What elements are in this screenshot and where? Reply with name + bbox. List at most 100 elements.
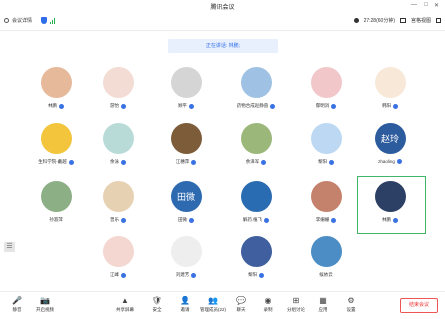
signal-icon[interactable]	[50, 17, 56, 24]
breakout-label: 分组讨论	[287, 307, 305, 312]
member-badge-icon	[189, 103, 194, 109]
participant-tile[interactable]: 游怡	[88, 67, 148, 109]
video-label: 开启视频	[36, 307, 54, 312]
participant-tile[interactable]: 韩阳	[360, 67, 420, 109]
member-badge-icon	[329, 159, 334, 165]
security-button[interactable]: 🛡 安全	[144, 295, 170, 313]
participant-name: 江穗萍	[175, 159, 190, 164]
apps-icon: ▦	[319, 295, 327, 305]
member-badge-icon	[191, 272, 197, 278]
member-badge-icon	[264, 217, 270, 223]
participant-tile[interactable]: 余泽军	[226, 123, 286, 165]
member-badge-icon	[331, 217, 337, 223]
avatar	[102, 236, 134, 267]
participant-name: 药物合成赵静茵	[236, 103, 269, 108]
participant-tile[interactable]: 余泳	[88, 123, 148, 165]
timer-icon	[353, 18, 359, 23]
participant-name: 刘建芳	[175, 272, 190, 277]
participant-name-row: 余泳	[88, 159, 148, 165]
participant-name-row: 解药.植飞	[226, 217, 286, 223]
avatar	[310, 123, 342, 154]
mic-label: 静音	[12, 307, 22, 312]
mic-button[interactable]: 🎤 静音	[4, 295, 30, 313]
participant-tile[interactable]: 生科学院-戴越	[26, 123, 86, 165]
window-title: 腾讯会议	[210, 5, 235, 11]
participant-name: 江峰	[110, 272, 119, 277]
participant-name-row: 江穗萍	[156, 159, 216, 165]
member-badge-icon	[259, 272, 264, 278]
participant-tile[interactable]: 孙淑萍	[26, 181, 86, 223]
record-button[interactable]: ◉ 录制	[255, 295, 281, 313]
participant-tile[interactable]: 黎阳	[226, 236, 286, 278]
share-button[interactable]: ▲ 共享屏幕	[112, 295, 138, 313]
participant-name: 田微	[178, 217, 187, 222]
meeting-timer: 27:28(60分钟)	[363, 18, 395, 24]
participant-name: 余泽军	[245, 159, 260, 164]
chat-label: 聊天	[236, 307, 246, 312]
participant-name-row: 黎阳	[226, 272, 286, 278]
avatar	[240, 236, 272, 267]
settings-button[interactable]: ⚙ 设置	[338, 295, 364, 313]
security-label: 安全	[152, 307, 162, 312]
avatar	[102, 67, 134, 98]
avatar	[170, 67, 202, 98]
participant-name-row: 余泽军	[226, 159, 286, 165]
leave-meeting-button[interactable]: 结束会议	[400, 298, 438, 313]
participant-name: 林鹏	[48, 103, 57, 108]
sidebar-toggle-button[interactable]: ☰	[4, 242, 15, 252]
apps-button[interactable]: ▦ 应用	[310, 295, 336, 313]
participant-tile[interactable]: 鄢明涓	[296, 67, 356, 109]
participant-tile[interactable]: 曾乐	[88, 181, 148, 223]
settings-icon: ⚙	[347, 295, 355, 305]
members-icon: 👥	[208, 295, 218, 305]
participant-tile[interactable]: 顾平	[156, 67, 216, 109]
avatar	[102, 123, 134, 154]
active-speaker-highlight	[357, 176, 426, 234]
participant-name-row: 候依云	[296, 272, 356, 278]
avatar	[40, 181, 72, 212]
participant-tile[interactable]: 林鹏	[26, 67, 86, 109]
participant-tile[interactable]: 解药.植飞	[226, 181, 286, 223]
close-button[interactable]: ✕	[434, 2, 439, 9]
minimize-button[interactable]: —	[411, 2, 417, 8]
fullscreen-icon[interactable]	[436, 18, 441, 23]
member-badge-icon	[121, 217, 126, 223]
apps-label: 应用	[318, 307, 328, 312]
share-label: 共享屏幕	[116, 307, 134, 312]
participant-name-row: 韩阳	[360, 103, 420, 109]
members-label: 管理成员(22)	[200, 307, 227, 312]
participant-tile[interactable]: 田微 田微	[156, 181, 216, 223]
breakout-button[interactable]: ⊞ 分组讨论	[283, 295, 309, 313]
grid-view-icon	[399, 18, 406, 23]
participant-tile[interactable]: 药物合成赵静茵	[226, 67, 286, 109]
participant-name-row: 林鹏	[26, 103, 86, 109]
maximize-button[interactable]: □	[424, 2, 428, 8]
participant-name: 曾乐	[110, 217, 119, 222]
participant-name: 鄢明涓	[315, 103, 330, 108]
view-mode-button[interactable]: 宫格视图	[411, 17, 431, 24]
member-badge-icon	[68, 159, 74, 165]
participant-tile[interactable]: 江穗萍	[156, 123, 216, 165]
avatar	[40, 67, 72, 98]
participant-tile[interactable]: 候依云	[296, 236, 356, 278]
record-label: 录制	[263, 307, 273, 312]
participant-name-row: 刘建芳	[156, 272, 216, 278]
invite-label: 邀请	[180, 307, 190, 312]
participant-tile[interactable]: 黎阳	[296, 123, 356, 165]
participant-tile[interactable]: 江峰	[88, 236, 148, 278]
info-icon	[4, 18, 9, 23]
participant-tile[interactable]: 李姗姗	[296, 181, 356, 223]
meeting-info[interactable]: 会议详情	[4, 17, 56, 24]
participant-tile[interactable]: 赵玲 zhaoling	[360, 123, 420, 164]
chat-button[interactable]: 💬 聊天	[228, 295, 254, 313]
participant-name-row: 生科学院-戴越	[26, 159, 86, 165]
members-button[interactable]: 👥 管理成员(22)	[200, 295, 226, 313]
shield-icon[interactable]	[41, 17, 48, 24]
avatar	[170, 123, 202, 154]
participant-name: 生科学院-戴越	[38, 159, 67, 164]
invite-button[interactable]: 👤 邀请	[172, 295, 198, 313]
participant-name-row: 顾平	[156, 103, 216, 109]
participant-tile[interactable]: 刘建芳	[156, 236, 216, 278]
video-button[interactable]: 📷 开启视频	[32, 295, 58, 313]
record-icon: ◉	[264, 295, 272, 305]
